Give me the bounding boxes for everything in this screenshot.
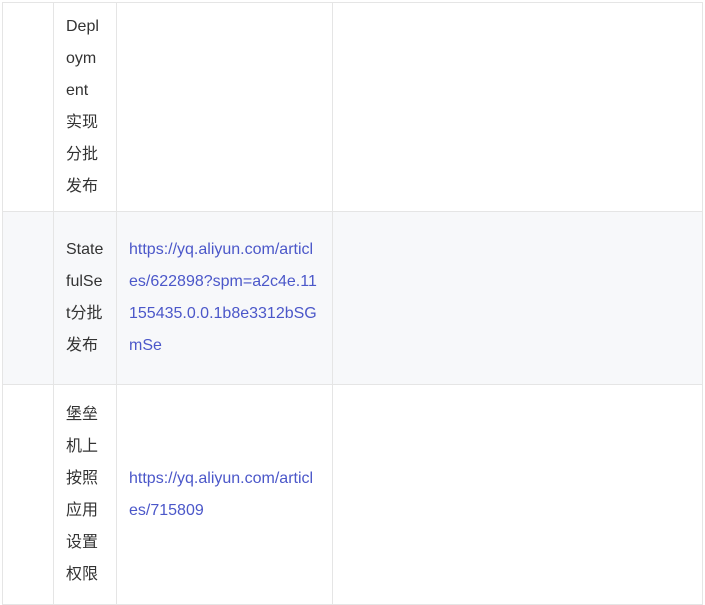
- link-cell: https://yq.aliyun.com/articles/715809: [116, 384, 333, 605]
- name-cell: Deployment实现分批发布: [53, 2, 117, 212]
- notes-cell: [332, 2, 703, 212]
- table-row: Deployment实现分批发布: [2, 2, 703, 212]
- article-link[interactable]: https://yq.aliyun.com/articles/622898?sp…: [129, 241, 317, 354]
- name-cell: StatefulSet分批发布: [53, 211, 117, 385]
- notes-cell: [332, 384, 703, 605]
- notes-cell: [332, 211, 703, 385]
- index-cell: [2, 384, 54, 605]
- article-link[interactable]: https://yq.aliyun.com/articles/715809: [129, 470, 313, 519]
- table-row: StatefulSet分批发布 https://yq.aliyun.com/ar…: [2, 211, 703, 385]
- document-table: Deployment实现分批发布 StatefulSet分批发布 https:/…: [2, 2, 703, 605]
- index-cell: [2, 2, 54, 212]
- link-cell: https://yq.aliyun.com/articles/622898?sp…: [116, 211, 333, 385]
- name-cell: 堡垒机上按照应用设置权限: [53, 384, 117, 605]
- table-row: 堡垒机上按照应用设置权限 https://yq.aliyun.com/artic…: [2, 384, 703, 605]
- index-cell: [2, 211, 54, 385]
- link-cell: [116, 2, 333, 212]
